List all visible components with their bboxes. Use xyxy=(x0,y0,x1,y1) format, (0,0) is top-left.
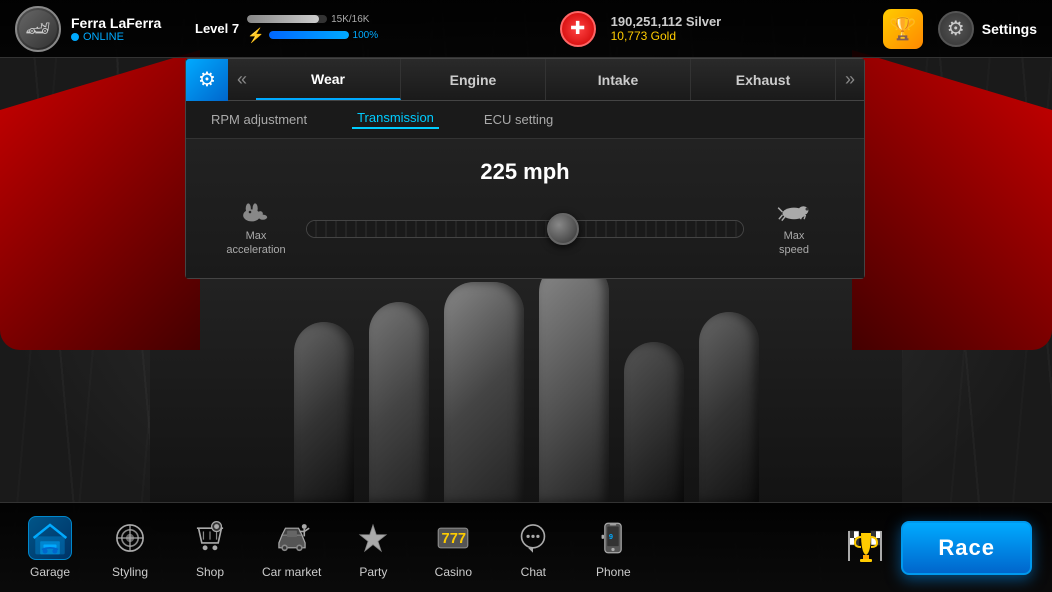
car-market-icon xyxy=(270,516,314,560)
gold-amount: 10,773 Gold xyxy=(611,29,722,43)
header: 🏎 Ferra LaFerra ONLINE Level 7 15K/16K ⚡ xyxy=(0,0,1052,58)
slider-thumb[interactable] xyxy=(547,213,579,245)
header-right: 🏆 ⚙ Settings xyxy=(883,9,1037,49)
party-label: Party xyxy=(359,565,387,579)
styling-icon xyxy=(108,516,152,560)
tab-exhaust[interactable]: Exhaust xyxy=(691,59,836,100)
tab-intake[interactable]: Intake xyxy=(546,59,691,100)
xp-bar-container xyxy=(247,15,327,23)
lightning-text: 100% xyxy=(353,30,379,41)
silver-amount: 190,251,112 Silver xyxy=(611,14,722,29)
garage-icon xyxy=(28,516,72,560)
phone-label: Phone xyxy=(596,565,631,579)
bottom-nav: Garage Styling xyxy=(0,502,1052,592)
profile-name: Ferra LaFerra xyxy=(71,15,161,31)
panel-tabs: ⚙ « Wear Engine Intake Exhaust » xyxy=(186,59,864,101)
speed-value: 225 mph xyxy=(480,159,569,184)
subtab-transmission[interactable]: Transmission xyxy=(352,110,439,129)
lightning-icon: ⚡ xyxy=(247,27,264,44)
svg-text:9: 9 xyxy=(609,532,613,541)
level-label: Level 7 xyxy=(195,21,239,36)
casino-label: Casino xyxy=(435,565,472,579)
tab-engine[interactable]: Engine xyxy=(401,59,546,100)
speed-display: 225 mph xyxy=(211,159,839,185)
tab-prev-arrow[interactable]: « xyxy=(228,59,256,100)
nav-items: Garage Styling xyxy=(10,508,841,587)
nav-item-car-market[interactable]: Car market xyxy=(250,508,333,587)
car-market-label: Car market xyxy=(262,565,321,579)
speed-text: Maxspeed xyxy=(779,229,809,258)
lightning-bar-container xyxy=(269,31,349,39)
svg-text:777: 777 xyxy=(442,531,467,547)
slider-track-container[interactable] xyxy=(306,214,744,244)
online-dot xyxy=(71,33,79,41)
nav-item-chat[interactable]: Chat xyxy=(493,508,573,587)
acceleration-text: Maxacceleration xyxy=(226,229,285,258)
cheetah-icon xyxy=(776,200,812,224)
tab-next-arrow[interactable]: » xyxy=(836,59,864,100)
party-icon xyxy=(351,516,395,560)
xp-text: 15K/16K xyxy=(331,14,369,25)
shop-icon xyxy=(188,516,232,560)
sub-tabs: RPM adjustment Transmission ECU setting xyxy=(186,101,864,139)
settings-label: Settings xyxy=(982,21,1037,37)
chat-label: Chat xyxy=(521,565,546,579)
styling-label: Styling xyxy=(112,565,148,579)
health-icon[interactable]: ✚ xyxy=(560,11,596,47)
phone-icon: 9 xyxy=(591,516,635,560)
panel-content: 225 mph Maxacceleration xyxy=(186,139,864,278)
race-btn-container: Race xyxy=(841,521,1032,575)
profile-section: 🏎 Ferra LaFerra ONLINE xyxy=(15,6,175,52)
nav-item-phone[interactable]: 9 Phone xyxy=(573,508,653,587)
race-button[interactable]: Race xyxy=(901,521,1032,575)
garage-label: Garage xyxy=(30,565,70,579)
avatar-image: 🏎 xyxy=(19,10,57,48)
settings-button[interactable]: ⚙ Settings xyxy=(938,11,1037,47)
tab-wear[interactable]: Wear xyxy=(256,59,401,100)
nav-item-party[interactable]: Party xyxy=(333,508,413,587)
currency-section: ✚ 190,251,112 Silver 10,773 Gold xyxy=(398,11,883,47)
profile-info: Ferra LaFerra ONLINE xyxy=(71,15,161,43)
rabbit-icon xyxy=(238,200,274,224)
casino-icon: 777 xyxy=(431,516,475,560)
speed-label: Maxspeed xyxy=(759,200,829,258)
gear-icon: ⚙ xyxy=(938,11,974,47)
nav-item-casino[interactable]: 777 Casino xyxy=(413,508,493,587)
avatar: 🏎 xyxy=(15,6,61,52)
slider-section: Maxacceleration xyxy=(211,200,839,258)
trophy-icon[interactable]: 🏆 xyxy=(883,9,923,49)
xp-row: 15K/16K ⚡ 100% xyxy=(247,14,378,44)
online-status: ONLINE xyxy=(71,31,161,43)
gear-tab-icon[interactable]: ⚙ xyxy=(186,59,228,101)
slider-track-inner xyxy=(307,221,743,237)
xp-bar xyxy=(247,15,319,23)
nav-item-shop[interactable]: Shop xyxy=(170,508,250,587)
currency-info: 190,251,112 Silver 10,773 Gold xyxy=(611,14,722,43)
lightning-bar xyxy=(269,31,349,39)
online-label: ONLINE xyxy=(83,31,124,43)
race-trophy-icon xyxy=(841,523,891,573)
main-panel: ⚙ « Wear Engine Intake Exhaust » RPM adj… xyxy=(185,58,865,279)
nav-item-styling[interactable]: Styling xyxy=(90,508,170,587)
level-section: Level 7 15K/16K ⚡ 100% xyxy=(195,14,378,44)
nav-item-garage[interactable]: Garage xyxy=(10,508,90,587)
acceleration-label: Maxacceleration xyxy=(221,200,291,258)
subtab-rpm[interactable]: RPM adjustment xyxy=(206,112,312,127)
chat-icon xyxy=(511,516,555,560)
slider-track xyxy=(306,220,744,238)
shop-label: Shop xyxy=(196,565,224,579)
subtab-ecu[interactable]: ECU setting xyxy=(479,112,558,127)
